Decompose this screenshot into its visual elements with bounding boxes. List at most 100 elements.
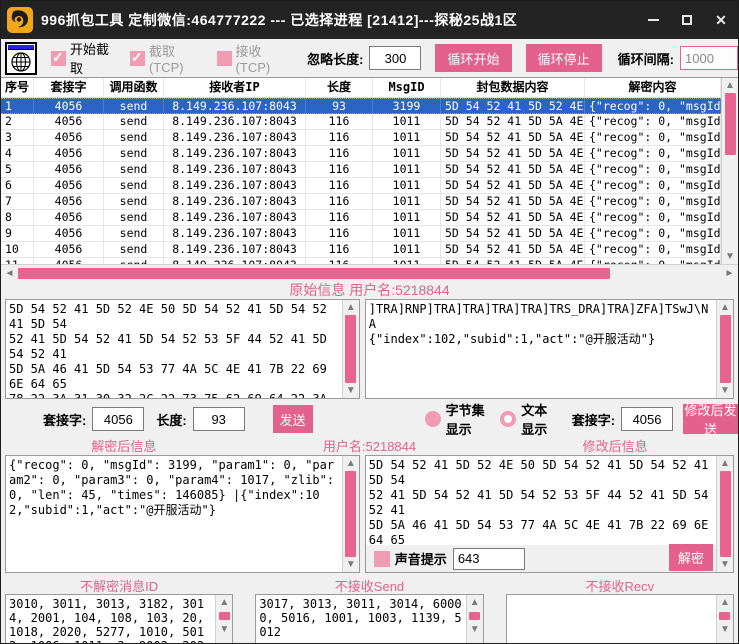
checked-checkbox-icon[interactable] (51, 51, 66, 66)
scroll-thumb[interactable] (469, 612, 480, 620)
table-row[interactable]: 94056send8.149.236.107:804311610115D 54 … (1, 226, 721, 242)
table-row[interactable]: 54056send8.149.236.107:804311610115D 54 … (1, 162, 721, 178)
sound-alert-checkbox[interactable] (374, 551, 390, 567)
scroll-up-icon[interactable]: ▲ (466, 595, 483, 610)
scroll-up-icon[interactable]: ▲ (717, 300, 734, 315)
capture-checkbox-0[interactable]: 开始截取 (51, 39, 114, 77)
scroll-down-icon[interactable]: ▼ (342, 383, 359, 398)
raw-hex-text[interactable]: 5D 54 52 41 5D 52 4E 50 5D 54 52 41 5D 5… (6, 300, 342, 398)
no-recv-scrollbar[interactable]: ▲ ▼ (716, 595, 733, 644)
raw-hex-scrollbar[interactable]: ▲ ▼ (342, 300, 359, 398)
capture-checkbox-group: 开始截取截取(TCP) 接收(TCP) (51, 39, 303, 77)
checked-checkbox-icon[interactable] (130, 51, 145, 66)
scroll-down-icon[interactable]: ▼ (716, 622, 733, 637)
scroll-up-icon[interactable]: ▲ (722, 78, 739, 93)
scroll-up-icon[interactable]: ▲ (716, 595, 733, 610)
table-cell: 5D 54 52 41 5D 5A 4E... (441, 130, 585, 145)
column-header[interactable]: 序号 (1, 78, 34, 97)
table-row[interactable]: 84056send8.149.236.107:804311610115D 54 … (1, 210, 721, 226)
text-display-label: 文本显示 (521, 400, 553, 438)
table-cell: 10 (1, 242, 34, 257)
close-button[interactable]: ✕ (704, 1, 738, 39)
text-display-radio[interactable] (500, 411, 516, 427)
scroll-down-icon[interactable]: ▼ (717, 557, 734, 572)
no-send-ids[interactable]: 3017, 3013, 3011, 3014, 60000, 5016, 100… (256, 595, 465, 644)
scroll-thumb[interactable] (719, 612, 730, 620)
column-header[interactable]: 调用函数 (104, 78, 164, 97)
scroll-down-icon[interactable]: ▼ (466, 622, 483, 637)
send-modified-button[interactable]: 修改后发送 (683, 404, 738, 434)
table-cell: {"recog": 0, "msgId"... (585, 146, 721, 161)
column-header[interactable]: 套接字 (34, 78, 104, 97)
table-row[interactable]: 114056send8.149.236.107:804311610115D 54… (1, 258, 721, 264)
loop-interval-input[interactable] (680, 46, 738, 70)
socket2-input[interactable] (621, 407, 673, 431)
column-header[interactable]: 长度 (306, 78, 373, 97)
no-send-scrollbar[interactable]: ▲ ▼ (466, 595, 483, 644)
table-cell: 4056 (34, 162, 104, 177)
loop-start-button[interactable]: 循环开始 (435, 44, 511, 72)
scroll-down-icon[interactable]: ▼ (717, 383, 734, 398)
scroll-right-icon[interactable]: ► (721, 266, 738, 281)
table-vertical-scrollbar[interactable]: ▲ ▼ (721, 78, 738, 264)
scroll-thumb[interactable] (345, 315, 356, 383)
table-cell: {"recog": 0, "msgId"... (585, 114, 721, 129)
table-cell: 1011 (373, 194, 441, 209)
no-send-listbox: 3017, 3013, 3011, 3014, 60000, 5016, 100… (255, 594, 483, 644)
byte-display-radio[interactable] (425, 411, 441, 427)
scroll-thumb[interactable] (720, 471, 731, 557)
scroll-down-icon[interactable]: ▼ (722, 249, 739, 264)
modified-hex-text[interactable]: 5D 54 52 41 5D 52 4E 50 5D 54 52 41 5D 5… (366, 456, 716, 545)
table-row[interactable]: 24056send8.149.236.107:804311610115D 54 … (1, 114, 721, 130)
table-cell: send (104, 146, 164, 161)
scroll-left-icon[interactable]: ◄ (1, 266, 18, 281)
scroll-down-icon[interactable]: ▼ (342, 557, 359, 572)
sound-value-input[interactable] (453, 548, 525, 570)
decrypted-text[interactable]: {"recog": 0, "msgId": 3199, "param1": 0,… (6, 456, 342, 572)
no-recv-ids[interactable] (507, 595, 716, 644)
table-cell: 8.149.236.107:8043 (164, 242, 306, 257)
table-cell: send (104, 178, 164, 193)
table-row[interactable]: 74056send8.149.236.107:804311610115D 54 … (1, 194, 721, 210)
raw-decoded-text[interactable]: ]TRA]RNP]TRA]TRA]TRA]TRA]TRS_DRA]TRA]ZFA… (366, 300, 716, 398)
table-row[interactable]: 64056send8.149.236.107:804311610115D 54 … (1, 178, 721, 194)
raw-decoded-pane: ]TRA]RNP]TRA]TRA]TRA]TRA]TRS_DRA]TRA]ZFA… (365, 299, 734, 399)
table-row[interactable]: 34056send8.149.236.107:804311610115D 54 … (1, 130, 721, 146)
table-row[interactable]: 44056send8.149.236.107:804311610115D 54 … (1, 146, 721, 162)
column-header[interactable]: 接收者IP (164, 78, 306, 97)
table-cell: 8.149.236.107:8043 (164, 146, 306, 161)
app-window: 996抓包工具 定制微信:464777222 --- 已选择进程 [21412]… (0, 0, 739, 644)
maximize-button[interactable] (670, 1, 704, 39)
length-input[interactable] (193, 407, 245, 431)
table-hscroll-thumb[interactable] (18, 268, 610, 279)
decrypt-button[interactable]: 解密 (669, 544, 713, 571)
scroll-up-icon[interactable]: ▲ (216, 595, 233, 610)
unchecked-checkbox-icon[interactable] (217, 51, 232, 66)
raw-decoded-scrollbar[interactable]: ▲ ▼ (716, 300, 733, 398)
scroll-up-icon[interactable]: ▲ (717, 456, 734, 471)
column-header[interactable]: 解密内容 (585, 78, 721, 97)
no-decrypt-ids[interactable]: 3010, 3011, 3013, 3182, 3014, 2001, 104,… (6, 595, 215, 644)
send-button[interactable]: 发送 (273, 405, 313, 433)
scroll-thumb[interactable] (720, 315, 731, 383)
modified-scrollbar[interactable]: ▲ ▼ (716, 456, 733, 572)
capture-checkbox-1[interactable]: 截取(TCP) (130, 39, 201, 77)
socket-input[interactable] (92, 407, 144, 431)
column-header[interactable]: 封包数据内容 (441, 78, 585, 97)
scroll-up-icon[interactable]: ▲ (342, 456, 359, 471)
scroll-down-icon[interactable]: ▼ (216, 622, 233, 637)
table-horizontal-scrollbar[interactable]: ◄ ► (1, 265, 738, 281)
ignore-length-input[interactable] (369, 46, 421, 70)
scroll-up-icon[interactable]: ▲ (342, 300, 359, 315)
no-decrypt-scrollbar[interactable]: ▲ ▼ (215, 595, 232, 644)
table-row[interactable]: 104056send8.149.236.107:804311610115D 54… (1, 242, 721, 258)
scroll-thumb[interactable] (345, 471, 356, 557)
scroll-thumb[interactable] (219, 612, 230, 620)
table-vscroll-thumb[interactable] (725, 93, 736, 155)
capture-checkbox-2[interactable]: 接收(TCP) (217, 39, 288, 77)
loop-stop-button[interactable]: 循环停止 (526, 44, 602, 72)
table-row[interactable]: 14056send8.149.236.107:80439331995D 54 5… (1, 98, 721, 114)
decrypted-scrollbar[interactable]: ▲ ▼ (342, 456, 359, 572)
column-header[interactable]: MsgID (373, 78, 441, 97)
minimize-button[interactable] (636, 1, 670, 39)
